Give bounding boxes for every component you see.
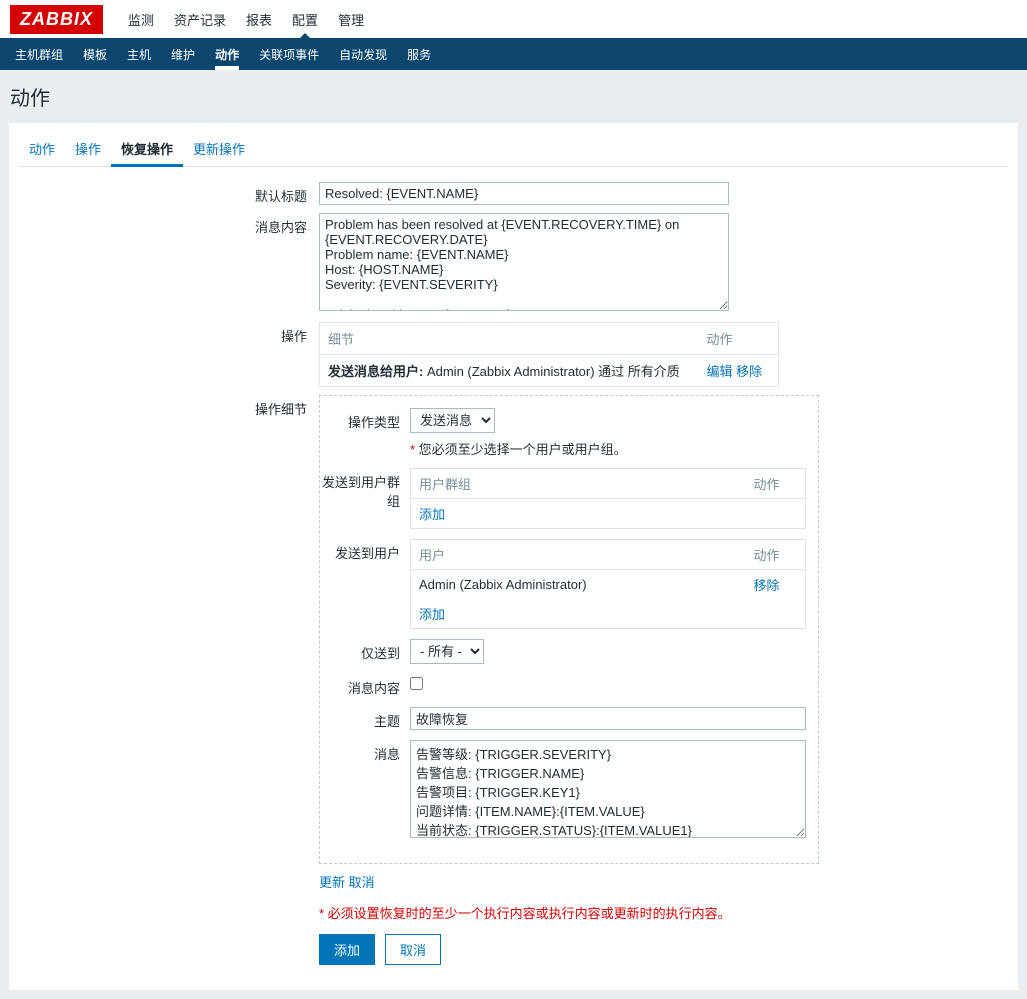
- topbar: ZABBIX 监测 资产记录 报表 配置 管理: [0, 0, 1027, 38]
- op-type-label: 操作类型: [320, 408, 410, 458]
- default-title-input[interactable]: [319, 182, 729, 205]
- content: 动作 操作 恢复操作 更新操作 默认标题 消息内容 操作 细节 动作 发送消息给…: [9, 123, 1018, 990]
- tab-action[interactable]: 动作: [19, 133, 65, 167]
- group-action-col: 动作: [746, 469, 806, 499]
- ops-remove-link[interactable]: 移除: [736, 364, 762, 379]
- top-nav: 监测 资产记录 报表 配置 管理: [118, 0, 374, 38]
- cancel-button[interactable]: 取消: [385, 934, 441, 965]
- page-title: 动作: [10, 82, 1017, 111]
- send-user-label: 发送到用户: [320, 539, 410, 629]
- bottom-note-text: 必须设置恢复时的至少一个执行内容或执行内容或更新时的执行内容。: [328, 906, 731, 921]
- group-table: 用户群组 动作 添加: [410, 468, 806, 529]
- message-content-textarea[interactable]: [319, 213, 729, 311]
- subnav-services[interactable]: 服务: [397, 38, 441, 70]
- op-detail-box: 操作类型 发送消息 * 您必须至少选择一个用户或用户组。 发送到用户群组 用户群…: [319, 395, 819, 864]
- op-detail-label: 操作细节: [19, 395, 319, 891]
- ops-col-action: 动作: [699, 323, 779, 355]
- ops-col-detail: 细节: [320, 323, 699, 355]
- msg-content-checkbox[interactable]: [410, 677, 423, 690]
- nav-monitoring[interactable]: 监测: [118, 0, 164, 38]
- user-table: 用户 动作 Admin (Zabbix Administrator) 移除 添加: [410, 539, 806, 629]
- add-button[interactable]: 添加: [319, 934, 375, 965]
- sub-nav: 主机群组 模板 主机 维护 动作 关联项事件 自动发现 服务: [0, 38, 1027, 70]
- group-add-link[interactable]: 添加: [419, 507, 445, 522]
- message-textarea[interactable]: [410, 740, 806, 838]
- tabs: 动作 操作 恢复操作 更新操作: [19, 133, 1008, 167]
- detail-cancel-link[interactable]: 取消: [349, 875, 375, 890]
- subnav-templates[interactable]: 模板: [73, 38, 117, 70]
- user-col: 用户: [411, 540, 746, 570]
- required-msg: 您必须至少选择一个用户或用户组。: [419, 442, 627, 457]
- default-title-label: 默认标题: [19, 182, 319, 205]
- subject-input[interactable]: [410, 707, 806, 730]
- nav-administration[interactable]: 管理: [328, 0, 374, 38]
- nav-reports[interactable]: 报表: [236, 0, 282, 38]
- send-group-label: 发送到用户群组: [320, 468, 410, 529]
- bottom-note: * 必须设置恢复时的至少一个执行内容或执行内容或更新时的执行内容。: [319, 903, 1008, 922]
- detail-update-link[interactable]: 更新: [319, 875, 345, 890]
- tab-operations[interactable]: 操作: [65, 133, 111, 167]
- ops-edit-link[interactable]: 编辑: [707, 364, 733, 379]
- user-remove-link[interactable]: 移除: [754, 578, 780, 593]
- ops-row-value: Admin (Zabbix Administrator) 通过 所有介质: [423, 364, 679, 379]
- subnav-correlation[interactable]: 关联项事件: [249, 38, 329, 70]
- subnav-hosts[interactable]: 主机: [117, 38, 161, 70]
- nav-configuration[interactable]: 配置: [282, 0, 328, 38]
- subnav-hostgroups[interactable]: 主机群组: [5, 38, 73, 70]
- msg-content-label: 消息内容: [320, 674, 410, 697]
- group-col: 用户群组: [411, 469, 746, 499]
- user-add-link[interactable]: 添加: [419, 607, 445, 622]
- tab-update[interactable]: 更新操作: [183, 133, 255, 167]
- nav-inventory[interactable]: 资产记录: [164, 0, 236, 38]
- subnav-actions[interactable]: 动作: [205, 38, 249, 70]
- subnav-discovery[interactable]: 自动发现: [329, 38, 397, 70]
- user-action-col: 动作: [746, 540, 806, 570]
- message-content-label: 消息内容: [19, 213, 319, 314]
- asterisk-icon: *: [319, 906, 328, 921]
- asterisk-icon: *: [410, 442, 419, 457]
- ops-row: 发送消息给用户: Admin (Zabbix Administrator) 通过…: [320, 355, 779, 387]
- user-row-name: Admin (Zabbix Administrator): [411, 570, 746, 600]
- subnav-maintenance[interactable]: 维护: [161, 38, 205, 70]
- subject-label: 主题: [320, 707, 410, 730]
- operations-label: 操作: [19, 322, 319, 387]
- only-send-label: 仅送到: [320, 639, 410, 664]
- only-send-select[interactable]: - 所有 -: [410, 639, 484, 664]
- logo[interactable]: ZABBIX: [10, 5, 103, 34]
- ops-table: 细节 动作 发送消息给用户: Admin (Zabbix Administrat…: [319, 322, 779, 387]
- page-header: 动作: [0, 70, 1027, 123]
- tab-recovery[interactable]: 恢复操作: [111, 133, 183, 167]
- ops-row-prefix: 发送消息给用户:: [328, 364, 423, 379]
- message-label: 消息: [320, 740, 410, 841]
- op-type-select[interactable]: 发送消息: [410, 408, 495, 433]
